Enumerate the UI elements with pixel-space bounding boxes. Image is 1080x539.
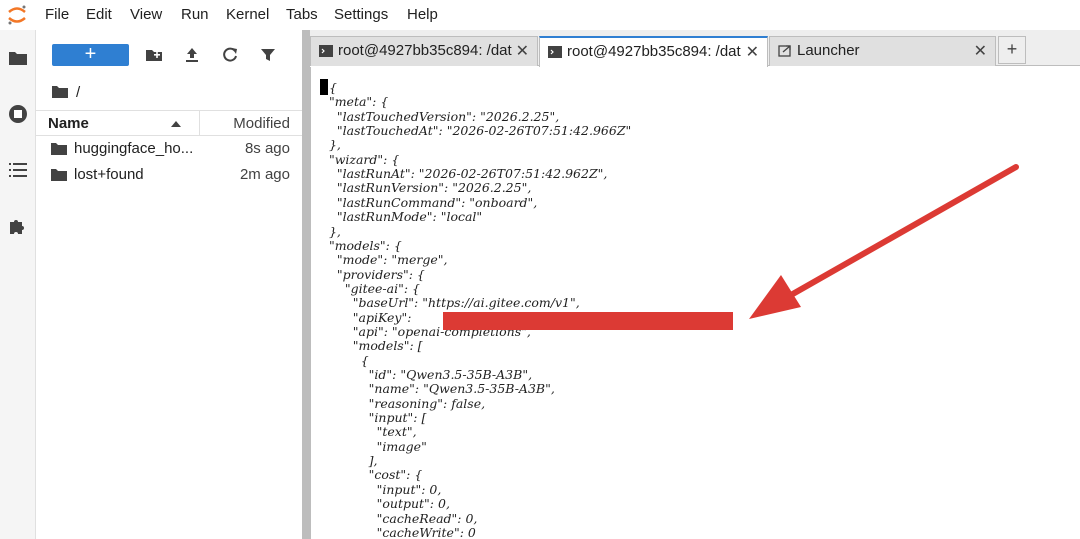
tab-label: Launcher [797, 42, 860, 59]
file-browser-panel: + / Name Modified huggingface_ho... 8s a… [36, 30, 302, 539]
terminal-icon [319, 45, 333, 57]
terminal-icon [548, 46, 562, 58]
close-icon[interactable]: ✕ [746, 42, 759, 62]
file-list-header: Name Modified [36, 110, 302, 136]
tab-terminal-2[interactable]: root@4927bb35c894: /dat ✕ [539, 36, 768, 67]
tab-terminal-1[interactable]: root@4927bb35c894: /dat ✕ [310, 36, 538, 66]
list-item[interactable]: huggingface_ho... 8s ago [36, 136, 302, 162]
folder-icon [51, 143, 67, 155]
launcher-icon [778, 45, 791, 57]
breadcrumb: / [52, 82, 80, 102]
panel-splitter[interactable] [302, 30, 310, 539]
refresh-icon[interactable] [220, 45, 240, 65]
menu-bar: File Edit View Run Kernel Tabs Settings … [0, 0, 1080, 30]
menu-help[interactable]: Help [407, 6, 438, 23]
tab-label: root@4927bb35c894: /dat [567, 43, 741, 60]
new-folder-icon[interactable] [144, 45, 164, 65]
file-name: lost+found [74, 166, 144, 183]
folder-icon[interactable] [52, 85, 68, 99]
breadcrumb-root[interactable]: / [76, 84, 80, 101]
file-modified: 8s ago [244, 140, 290, 157]
menu-tabs[interactable]: Tabs [286, 6, 318, 23]
menu-edit[interactable]: Edit [86, 6, 112, 23]
sort-ascending-icon[interactable] [171, 121, 181, 127]
menu-run[interactable]: Run [181, 6, 209, 23]
add-tab-button[interactable]: + [998, 36, 1026, 64]
activity-bar [0, 30, 36, 539]
menu-view[interactable]: View [130, 6, 162, 23]
annotation-arrow-icon [749, 164, 1019, 319]
close-icon[interactable]: ✕ [516, 41, 529, 61]
tab-label: root@4927bb35c894: /dat [338, 42, 512, 59]
folder-icon [51, 169, 67, 181]
close-icon[interactable]: ✕ [974, 41, 987, 61]
terminal-output[interactable]: { "meta": { "lastTouchedVersion": "2026.… [310, 67, 1080, 539]
new-launcher-button[interactable]: + [52, 44, 129, 66]
folder-icon[interactable] [8, 48, 28, 68]
menu-kernel[interactable]: Kernel [226, 6, 269, 23]
tab-launcher[interactable]: Launcher ✕ [769, 36, 996, 66]
menu-settings[interactable]: Settings [334, 6, 388, 23]
tab-bar: root@4927bb35c894: /dat ✕ root@4927bb35c… [310, 30, 1080, 67]
extension-puzzle-icon[interactable] [8, 216, 28, 236]
running-kernels-icon[interactable] [8, 104, 28, 124]
column-header-modified[interactable]: Modified [233, 115, 290, 132]
column-divider[interactable] [199, 111, 200, 135]
file-modified: 2m ago [239, 166, 290, 183]
filter-icon[interactable] [258, 45, 278, 65]
upload-icon[interactable] [182, 45, 202, 65]
file-name: huggingface_ho... [74, 140, 194, 157]
list-item[interactable]: lost+found 2m ago [36, 162, 302, 188]
jupyter-logo-icon [8, 5, 26, 25]
menu-file[interactable]: File [45, 6, 69, 23]
table-of-contents-icon[interactable] [8, 160, 28, 180]
column-header-name[interactable]: Name [48, 115, 89, 132]
